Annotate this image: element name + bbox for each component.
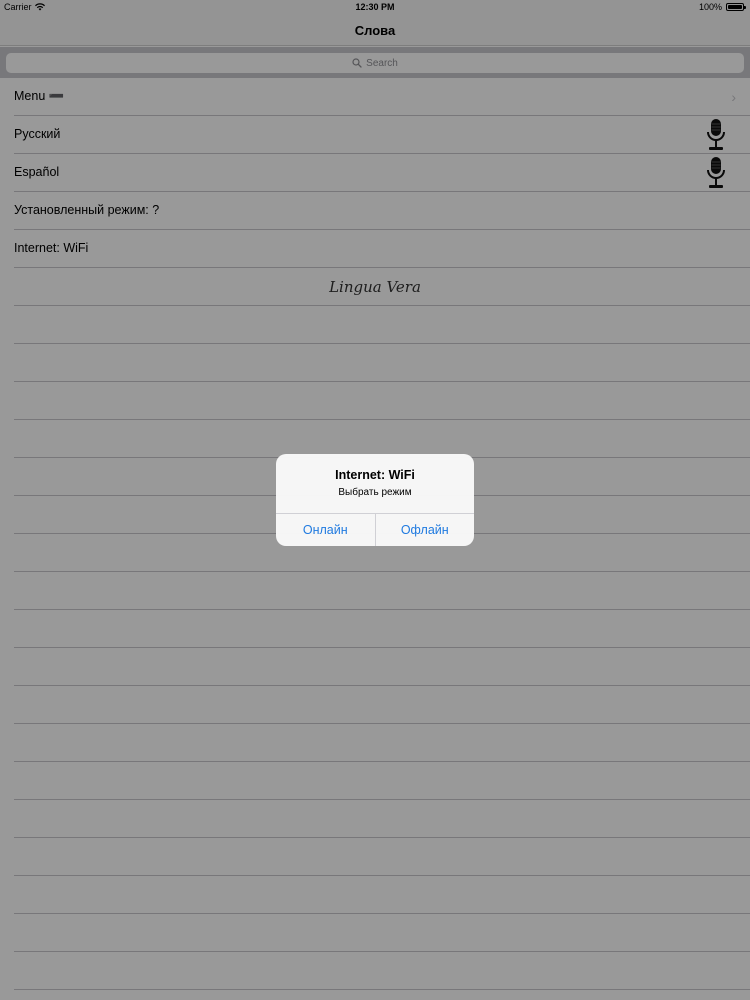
alert-button-row: Онлайн Офлайн (276, 513, 474, 546)
offline-button[interactable]: Офлайн (374, 514, 475, 546)
alert-title: Internet: WiFi (335, 468, 415, 482)
alert-dialog: Internet: WiFi Выбрать режим Онлайн Офла… (276, 454, 474, 546)
online-button[interactable]: Онлайн (276, 514, 375, 546)
alert-message: Выбрать режим (338, 487, 412, 498)
